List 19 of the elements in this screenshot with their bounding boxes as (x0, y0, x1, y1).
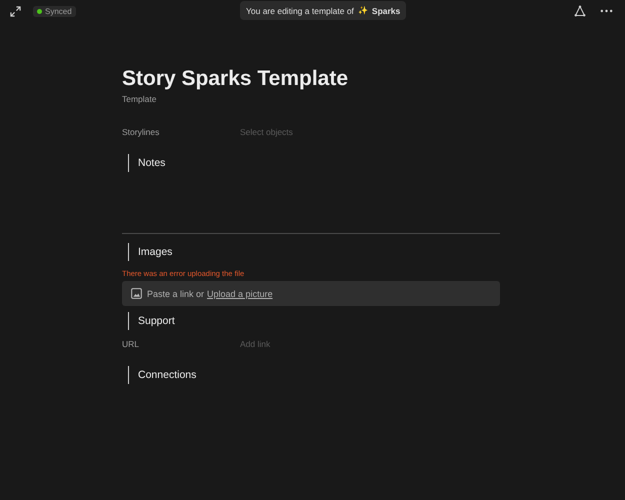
template-name: Sparks (372, 6, 400, 16)
property-label: URL (122, 339, 140, 349)
upload-hint: Paste a link or (147, 288, 204, 298)
banner-text: You are editing a template of (246, 6, 354, 16)
expand-icon[interactable] (10, 6, 21, 16)
upload-link[interactable]: Upload a picture (207, 288, 273, 298)
network-icon[interactable] (574, 5, 586, 17)
image-icon (131, 288, 142, 299)
section-heading: Notes (128, 154, 500, 172)
page-type: Template (122, 94, 158, 104)
sparkle-emoji: ✨ (358, 6, 368, 15)
section-heading: Support (128, 312, 500, 330)
status-label: Synced (45, 6, 72, 16)
image-upload-field[interactable]: Paste a link or Upload a picture (122, 281, 500, 306)
page-title: Story Sparks Template (122, 66, 350, 92)
section-heading: Images (128, 243, 500, 261)
section-heading: Connections (128, 366, 500, 384)
more-icon[interactable] (600, 9, 613, 13)
property-label: Storylines (122, 127, 160, 137)
